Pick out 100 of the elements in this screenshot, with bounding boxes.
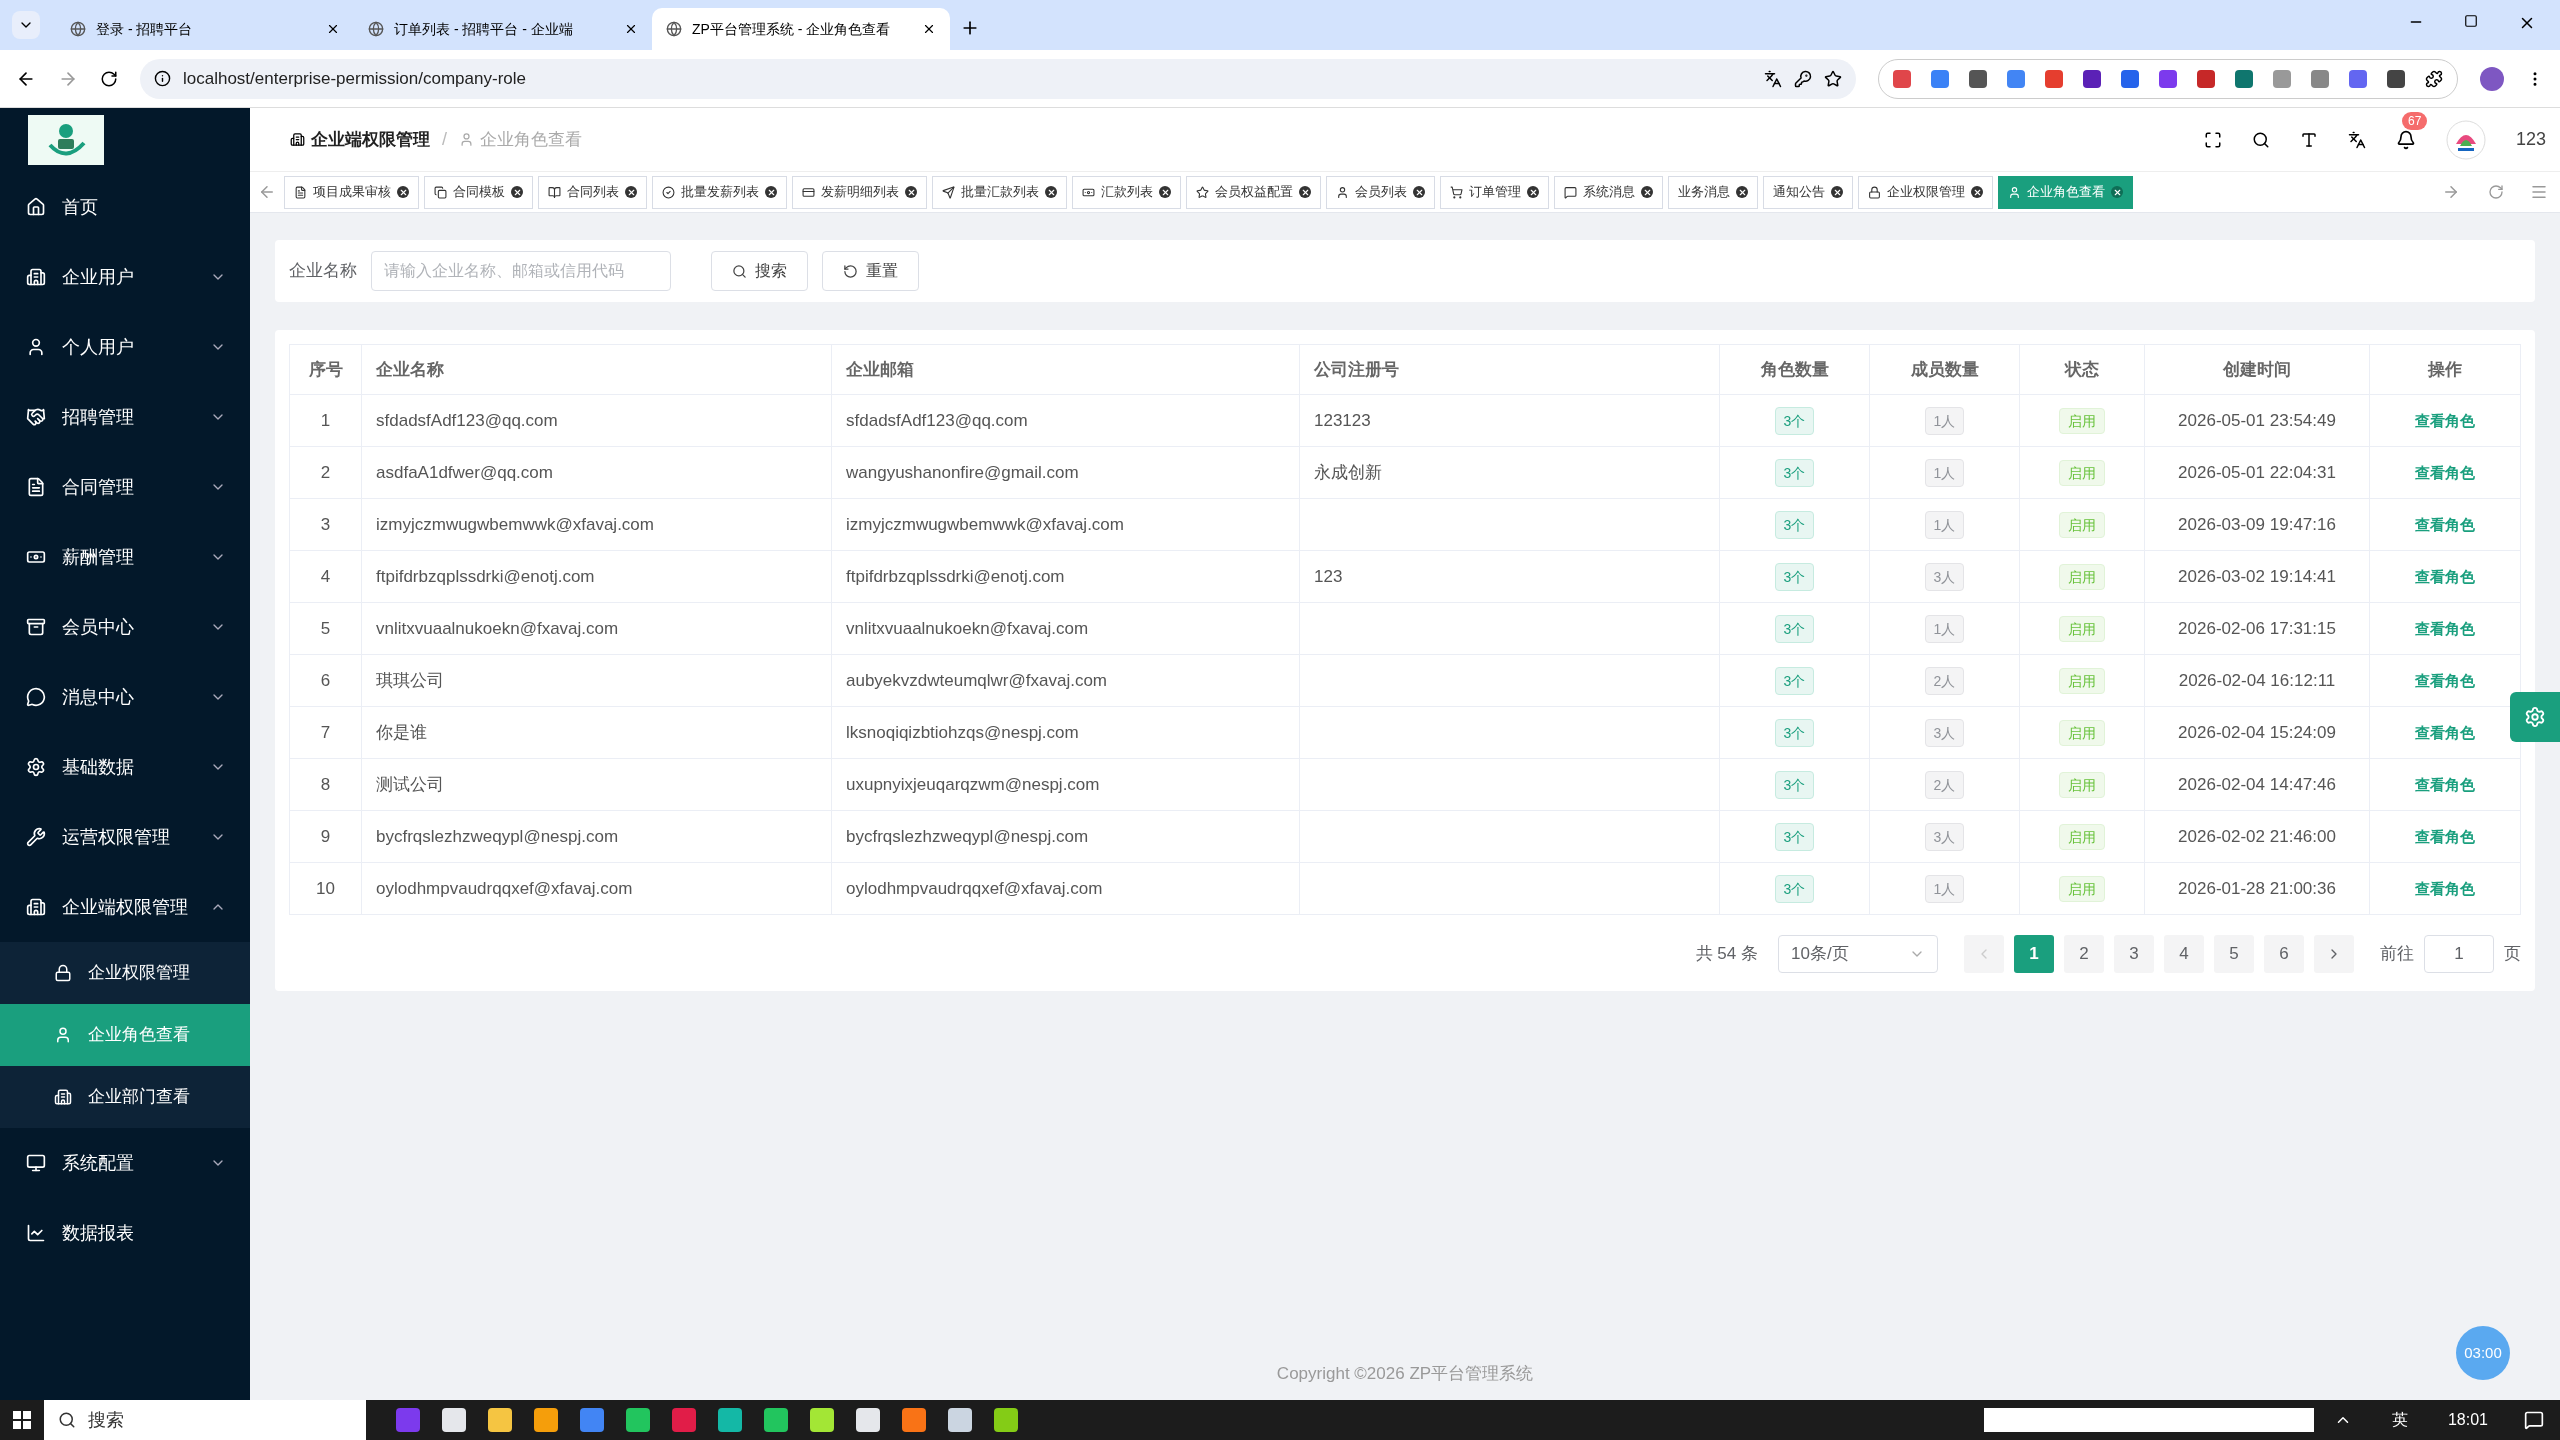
sidebar-item[interactable]: 会员中心 [0, 592, 250, 662]
page-tab[interactable]: 合同模板 [424, 175, 533, 209]
page-button[interactable]: 4 [2164, 935, 2204, 973]
extension-icon[interactable] [2045, 69, 2063, 88]
puzzle-icon[interactable] [2425, 69, 2443, 88]
sidebar-item[interactable]: 个人用户 [0, 312, 250, 382]
close-icon[interactable] [1299, 186, 1311, 198]
close-icon[interactable] [397, 186, 409, 198]
close-icon[interactable] [1413, 186, 1425, 198]
close-icon[interactable] [326, 22, 340, 36]
page-size-select[interactable]: 10条/页 [1778, 935, 1938, 973]
notification-icon[interactable] [2524, 1410, 2544, 1430]
extension-icon[interactable] [2387, 69, 2405, 88]
close-icon[interactable] [1159, 186, 1171, 198]
page-tab[interactable]: 批量汇款列表 [932, 175, 1067, 209]
page-tab[interactable]: 会员权益配置 [1186, 175, 1321, 209]
taskbar-input-field[interactable] [1983, 1408, 2314, 1432]
search-button[interactable]: 搜索 [711, 251, 808, 291]
reset-button[interactable]: 重置 [822, 251, 919, 291]
page-button[interactable]: 6 [2264, 935, 2304, 973]
key-icon[interactable] [1794, 69, 1812, 88]
restore-icon[interactable] [2464, 14, 2478, 28]
sidebar-item[interactable]: 招聘管理 [0, 382, 250, 452]
submenu-item[interactable]: 企业权限管理 [0, 942, 250, 1004]
close-icon[interactable] [1641, 186, 1653, 198]
refresh-icon[interactable] [2488, 184, 2504, 200]
submenu-item[interactable]: 企业部门查看 [0, 1066, 250, 1128]
extension-icon[interactable] [2235, 69, 2253, 88]
close-icon[interactable] [1831, 186, 1843, 198]
extension-icon[interactable] [1969, 69, 1987, 88]
breadcrumb-item[interactable]: 企业端权限管理 [311, 126, 430, 153]
tab-search-button[interactable] [12, 11, 40, 39]
extension-icon[interactable] [2159, 69, 2177, 88]
sidebar-item[interactable]: 运营权限管理 [0, 802, 250, 872]
scroll-left-icon[interactable] [258, 183, 276, 201]
page-tab[interactable]: 汇款列表 [1072, 175, 1181, 209]
page-tab[interactable]: 业务消息 [1668, 175, 1758, 209]
close-icon[interactable] [1736, 186, 1748, 198]
bell-icon[interactable] [2395, 129, 2416, 150]
goto-page-field[interactable]: 1 [2424, 935, 2494, 973]
extension-icon[interactable] [1893, 69, 1911, 88]
fullscreen-icon[interactable] [2203, 130, 2222, 149]
extension-icon[interactable] [2083, 69, 2101, 88]
user-name[interactable]: 123 [2515, 126, 2546, 153]
taskbar-search-field[interactable]: 搜索 [44, 1400, 366, 1440]
clock-text[interactable]: 18:01 [2447, 1408, 2488, 1432]
table-cell: uxupnyixjeuqarqzwm@nespj.com [831, 758, 1300, 811]
close-icon[interactable] [1971, 186, 1983, 198]
font-size-icon[interactable] [2299, 130, 2318, 149]
page-tab[interactable]: 发薪明细列表 [792, 175, 927, 209]
sidebar-item[interactable]: 合同管理 [0, 452, 250, 522]
bookmark-star-icon[interactable] [1824, 69, 1842, 88]
browser-tab[interactable]: 订单列表 - 招聘平台 - 企业端 [354, 8, 652, 50]
sidebar-item[interactable]: 基础数据 [0, 732, 250, 802]
search-icon[interactable] [2251, 130, 2270, 149]
close-icon[interactable] [1045, 186, 1057, 198]
table-cell: 8 [289, 758, 362, 811]
sidebar-item[interactable]: 系统配置 [0, 1128, 250, 1198]
sidebar-item[interactable]: 数据报表 [0, 1198, 250, 1268]
building-icon [26, 897, 46, 917]
page-tab[interactable]: 批量发薪列表 [652, 175, 787, 209]
close-icon[interactable] [905, 186, 917, 198]
close-icon[interactable] [625, 186, 637, 198]
extension-icon[interactable] [2197, 69, 2215, 88]
extension-icon[interactable] [2121, 69, 2139, 88]
page-button[interactable]: 5 [2214, 935, 2254, 973]
page-tab[interactable]: 通知公告 [1763, 175, 1853, 209]
translate-icon[interactable] [2347, 130, 2366, 149]
extension-icon[interactable] [2349, 69, 2367, 88]
page-tab[interactable]: 企业权限管理 [1858, 175, 1993, 209]
close-icon[interactable] [511, 186, 523, 198]
close-icon[interactable] [624, 22, 638, 36]
avatar-icon[interactable] [2445, 119, 2486, 160]
windows-icon[interactable] [13, 1411, 31, 1429]
reload-icon[interactable] [100, 69, 118, 88]
scroll-right-icon[interactable] [2442, 183, 2460, 201]
page-tab[interactable]: 项目成果审核 [284, 175, 419, 209]
sidebar-item[interactable]: 消息中心 [0, 662, 250, 732]
page-tab[interactable]: 会员列表 [1326, 175, 1435, 209]
ime-indicator[interactable]: 英 [2391, 1408, 2408, 1432]
page-tab[interactable]: 订单管理 [1440, 175, 1549, 209]
address-bar[interactable]: localhost/enterprise-permission/company-role [140, 58, 1856, 99]
sidebar-item[interactable]: 薪酬管理 [0, 522, 250, 592]
close-icon[interactable] [765, 186, 777, 198]
settings-button[interactable] [2510, 692, 2560, 742]
close-icon[interactable] [2111, 186, 2123, 198]
translate-icon[interactable] [1764, 69, 1782, 88]
sidebar-item[interactable]: 企业用户 [0, 242, 250, 312]
page-button[interactable]: 2 [2064, 935, 2104, 973]
close-icon[interactable] [922, 22, 936, 36]
close-icon[interactable] [1527, 186, 1539, 198]
sidebar-item[interactable]: 企业端权限管理 [0, 872, 250, 942]
page-button[interactable]: 3 [2114, 935, 2154, 973]
profile-avatar[interactable] [2480, 66, 2504, 91]
page-tab[interactable]: 合同列表 [538, 175, 647, 209]
role-count-tag: 3个 [1774, 510, 1815, 539]
browser-tab[interactable]: ZP平台管理系统 - 企业角色查看 [652, 8, 950, 50]
browser-tab[interactable]: 登录 - 招聘平台 [56, 8, 354, 50]
page-tab[interactable]: 系统消息 [1554, 175, 1663, 209]
sidebar-item[interactable]: 首页 [0, 172, 250, 242]
